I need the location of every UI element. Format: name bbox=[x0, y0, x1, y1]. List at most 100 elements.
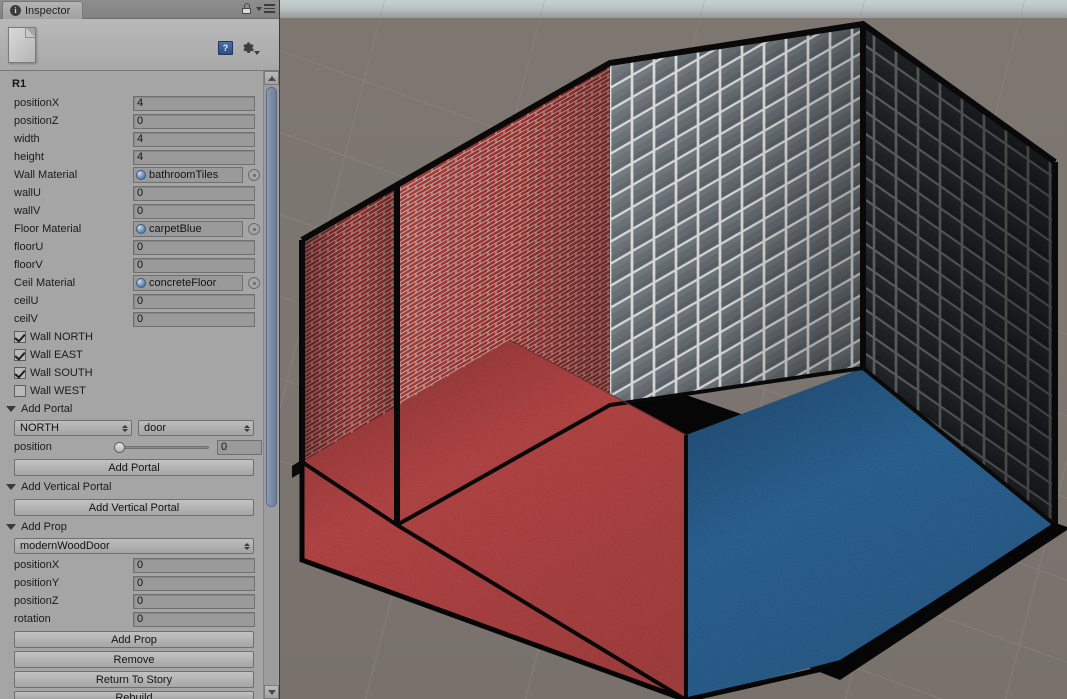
prop-positionX-input[interactable]: 0 bbox=[133, 557, 255, 573]
chevron-down-icon bbox=[6, 524, 16, 530]
floor-material-picker-icon[interactable] bbox=[248, 223, 260, 235]
tab-inspector[interactable]: i Inspector bbox=[2, 1, 84, 19]
property-row-ceilU: ceilU 0 bbox=[0, 292, 262, 310]
property-label: positionY bbox=[14, 577, 60, 589]
property-row-wall-material: Wall Material bathroomTiles bbox=[0, 166, 262, 184]
scrollbar-thumb[interactable] bbox=[266, 87, 277, 507]
portal-position-input[interactable]: 0 bbox=[216, 439, 262, 455]
property-row-floorV: floorV 0 bbox=[0, 256, 262, 274]
prop-row-positionY: positionY 0 bbox=[0, 574, 262, 592]
checkbox-icon[interactable] bbox=[14, 385, 26, 397]
property-row-height: height 4 bbox=[0, 148, 262, 166]
property-label: height bbox=[14, 151, 44, 163]
add-portal-button[interactable]: Add Portal bbox=[14, 459, 254, 476]
wall-material-picker-icon[interactable] bbox=[248, 169, 260, 181]
toggle-label: Wall WEST bbox=[30, 385, 86, 397]
floorU-input[interactable]: 0 bbox=[133, 239, 255, 255]
inspector-panel: i Inspector ? R1 positionX 4 positionZ 0… bbox=[0, 0, 280, 699]
help-glyph: ? bbox=[222, 43, 229, 53]
scroll-down-arrow-icon[interactable] bbox=[264, 685, 279, 699]
ceilU-input[interactable]: 0 bbox=[133, 293, 255, 309]
toggle-wall-west[interactable]: Wall WEST bbox=[0, 382, 262, 400]
rebuild-button[interactable]: Rebuild bbox=[14, 691, 254, 699]
toggle-wall-south[interactable]: Wall SOUTH bbox=[0, 364, 262, 382]
portal-type-dropdown[interactable]: door bbox=[138, 420, 254, 436]
property-label: wallV bbox=[14, 205, 41, 217]
chevron-down-icon bbox=[6, 484, 16, 490]
checkbox-icon[interactable] bbox=[14, 331, 26, 343]
material-sphere-icon bbox=[136, 170, 146, 180]
prop-rotation-input[interactable]: 0 bbox=[133, 611, 255, 627]
property-label: rotation bbox=[14, 613, 51, 625]
gear-icon[interactable] bbox=[241, 41, 260, 55]
property-label: positionZ bbox=[14, 115, 59, 127]
wallV-input[interactable]: 0 bbox=[133, 203, 255, 219]
inspector-header-icons: ? bbox=[218, 41, 260, 55]
property-label: floorU bbox=[14, 241, 44, 253]
property-label: positionZ bbox=[14, 595, 59, 607]
property-row-floor-material: Floor Material carpetBlue bbox=[0, 220, 262, 238]
property-label: width bbox=[14, 133, 40, 145]
property-label: Wall Material bbox=[14, 169, 78, 181]
property-row-positionX: positionX 4 bbox=[0, 94, 262, 112]
portal-position-row: position 0 bbox=[0, 438, 262, 456]
remove-button[interactable]: Remove bbox=[14, 651, 254, 668]
portal-direction-dropdown[interactable]: NORTH bbox=[14, 420, 132, 436]
add-vertical-portal-button[interactable]: Add Vertical Portal bbox=[14, 499, 254, 516]
foldout-add-prop[interactable]: Add Prop bbox=[0, 518, 262, 536]
wall-material-field[interactable]: bathroomTiles bbox=[133, 167, 243, 183]
property-label: floorV bbox=[14, 259, 43, 271]
chevron-updown-icon bbox=[244, 424, 250, 432]
inspector-scroll-area: R1 positionX 4 positionZ 0 width 4 heigh… bbox=[0, 71, 279, 699]
foldout-label: Add Portal bbox=[21, 403, 73, 415]
prop-positionY-input[interactable]: 0 bbox=[133, 575, 255, 591]
material-sphere-icon bbox=[136, 278, 146, 288]
slider-thumb[interactable] bbox=[114, 441, 126, 453]
property-row-positionZ: positionZ 0 bbox=[0, 112, 262, 130]
property-label: positionX bbox=[14, 559, 60, 571]
checkbox-icon[interactable] bbox=[14, 367, 26, 379]
material-sphere-icon bbox=[136, 224, 146, 234]
portal-position-slider[interactable] bbox=[114, 441, 209, 453]
prop-dropdown-row: modernWoodDoor bbox=[0, 536, 262, 556]
toggle-label: Wall SOUTH bbox=[30, 367, 93, 379]
floorV-input[interactable]: 0 bbox=[133, 257, 255, 273]
ceil-material-field[interactable]: concreteFloor bbox=[133, 275, 243, 291]
property-row-wallV: wallV 0 bbox=[0, 202, 262, 220]
foldout-label: Add Vertical Portal bbox=[21, 481, 112, 493]
width-input[interactable]: 4 bbox=[133, 131, 255, 147]
portal-position-label: position bbox=[14, 441, 52, 453]
prop-row-positionZ: positionZ 0 bbox=[0, 592, 262, 610]
scene-3d-view[interactable] bbox=[280, 0, 1067, 699]
lock-icon[interactable] bbox=[242, 3, 251, 14]
return-to-story-button[interactable]: Return To Story bbox=[14, 671, 254, 688]
ceil-material-picker-icon[interactable] bbox=[248, 277, 260, 289]
chevron-updown-icon bbox=[122, 424, 128, 432]
prop-type-value: modernWoodDoor bbox=[20, 540, 110, 552]
tab-inspector-label: Inspector bbox=[25, 4, 71, 17]
positionZ-input[interactable]: 0 bbox=[133, 113, 255, 129]
checkbox-icon[interactable] bbox=[14, 349, 26, 361]
floor-material-field[interactable]: carpetBlue bbox=[133, 221, 243, 237]
foldout-add-vertical-portal[interactable]: Add Vertical Portal bbox=[0, 478, 262, 496]
hamburger-menu-icon[interactable] bbox=[256, 4, 275, 13]
property-row-floorU: floorU 0 bbox=[0, 238, 262, 256]
property-label: wallU bbox=[14, 187, 41, 199]
foldout-add-portal[interactable]: Add Portal bbox=[0, 400, 262, 418]
wall-material-value: bathroomTiles bbox=[149, 169, 219, 181]
inspector-scrollbar[interactable] bbox=[263, 71, 279, 699]
height-input[interactable]: 4 bbox=[133, 149, 255, 165]
property-label: Floor Material bbox=[14, 223, 82, 235]
page-title: R1 bbox=[12, 78, 27, 90]
toggle-wall-east[interactable]: Wall EAST bbox=[0, 346, 262, 364]
help-book-icon[interactable]: ? bbox=[218, 41, 233, 55]
toggle-wall-north[interactable]: Wall NORTH bbox=[0, 328, 262, 346]
property-row-width: width 4 bbox=[0, 130, 262, 148]
wallU-input[interactable]: 0 bbox=[133, 185, 255, 201]
prop-positionZ-input[interactable]: 0 bbox=[133, 593, 255, 609]
positionX-input[interactable]: 4 bbox=[133, 95, 255, 111]
scroll-up-arrow-icon[interactable] bbox=[264, 71, 279, 85]
prop-type-dropdown[interactable]: modernWoodDoor bbox=[14, 538, 254, 554]
add-prop-button[interactable]: Add Prop bbox=[14, 631, 254, 648]
ceilV-input[interactable]: 0 bbox=[133, 311, 255, 327]
